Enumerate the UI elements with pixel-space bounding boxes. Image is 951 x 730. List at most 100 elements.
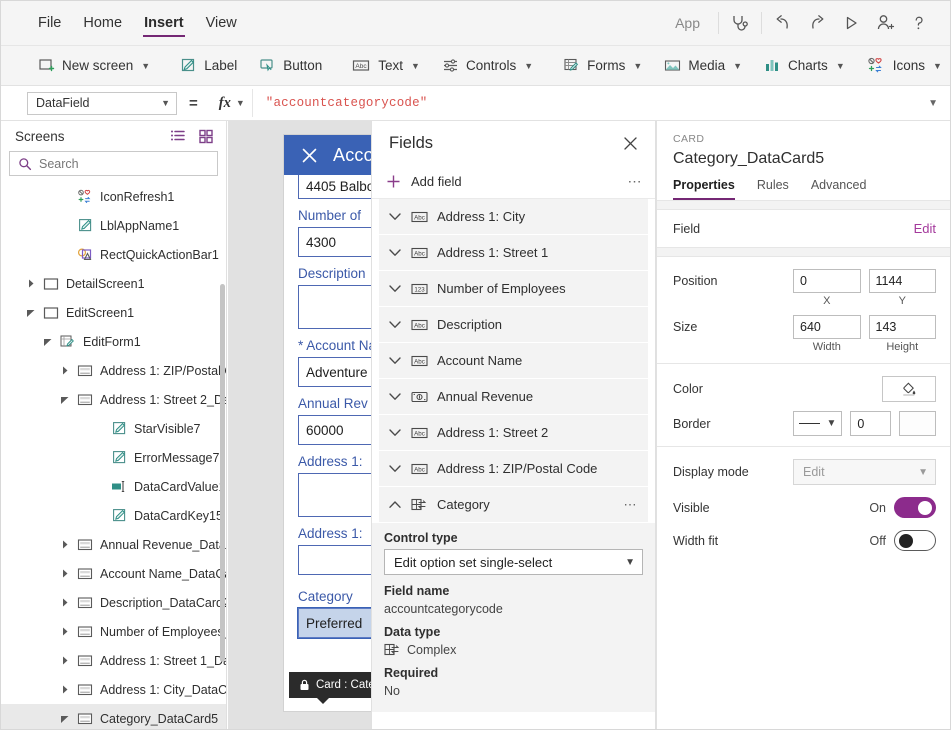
- chevron-down-icon[interactable]: [388, 354, 402, 367]
- border-color-swatch[interactable]: [899, 411, 936, 436]
- close-icon[interactable]: [300, 146, 319, 165]
- twisty-collapsed-icon[interactable]: [56, 683, 74, 696]
- chevron-down-icon[interactable]: [388, 210, 402, 223]
- formula-expand-icon[interactable]: ▼: [928, 98, 938, 109]
- play-icon[interactable]: [834, 6, 868, 40]
- field-row[interactable]: AbcAddress 1: Street 2: [379, 415, 648, 451]
- tab-properties[interactable]: Properties: [673, 178, 735, 200]
- menu-item-file[interactable]: File: [27, 1, 72, 46]
- tree-item[interactable]: ErrorMessage7: [1, 443, 226, 472]
- property-selector[interactable]: DataField ▼: [27, 92, 177, 115]
- twisty-expanded-icon[interactable]: [56, 712, 74, 725]
- fx-button[interactable]: fx ▼: [209, 89, 253, 117]
- chevron-down-icon[interactable]: [388, 426, 402, 439]
- field-row[interactable]: Annual Revenue: [379, 379, 648, 415]
- stethoscope-icon[interactable]: [723, 6, 757, 40]
- field-row[interactable]: AbcAddress 1: City: [379, 199, 648, 235]
- chevron-down-icon[interactable]: [388, 390, 402, 403]
- size-width-input[interactable]: 640: [793, 315, 861, 339]
- twisty-collapsed-icon[interactable]: [56, 364, 74, 377]
- tree-item[interactable]: Address 1: Street 1_DataCar: [1, 646, 226, 675]
- tab-advanced[interactable]: Advanced: [811, 178, 867, 200]
- ribbon-controls[interactable]: Controls ▼: [431, 46, 544, 86]
- tree-item[interactable]: DetailScreen1: [1, 269, 226, 298]
- field-row[interactable]: AbcDescription: [379, 307, 648, 343]
- tree-item[interactable]: RectQuickActionBar1: [1, 240, 226, 269]
- thumbnail-view-icon[interactable]: [196, 126, 216, 146]
- tree-item[interactable]: EditForm1: [1, 327, 226, 356]
- ribbon-label-button[interactable]: Label: [169, 46, 248, 86]
- chevron-down-icon[interactable]: [388, 462, 402, 475]
- twisty-collapsed-icon[interactable]: [22, 277, 40, 290]
- visible-toggle[interactable]: [894, 497, 936, 518]
- edit-field-link[interactable]: Edit: [914, 221, 936, 236]
- undo-icon[interactable]: [766, 6, 800, 40]
- redo-icon[interactable]: [800, 6, 834, 40]
- tree-item[interactable]: DataCardKey15: [1, 501, 226, 530]
- display-mode-select[interactable]: Edit ▼: [793, 459, 936, 485]
- chevron-down-icon[interactable]: [388, 246, 402, 259]
- width-fit-toggle[interactable]: [894, 530, 936, 551]
- twisty-collapsed-icon[interactable]: [56, 567, 74, 580]
- ellipsis-icon[interactable]: ⋯: [624, 497, 639, 513]
- position-size-section: Position 0 1144 X Y Size 640 143 Width H…: [657, 257, 951, 364]
- twisty-collapsed-icon[interactable]: [56, 596, 74, 609]
- twisty-expanded-icon[interactable]: [39, 335, 57, 348]
- position-x-input[interactable]: 0: [793, 269, 861, 293]
- add-user-icon[interactable]: [868, 6, 902, 40]
- control-type-select[interactable]: Edit option set single-select ▼: [384, 549, 643, 575]
- menu-item-home[interactable]: Home: [72, 1, 133, 46]
- twisty-collapsed-icon[interactable]: [56, 654, 74, 667]
- tree-item[interactable]: IconRefresh1: [1, 182, 226, 211]
- ribbon-icons[interactable]: Icons ▼: [856, 46, 951, 86]
- color-picker-button[interactable]: [882, 376, 936, 402]
- chevron-down-icon[interactable]: [388, 318, 402, 331]
- tree-item[interactable]: Description_DataCard2: [1, 588, 226, 617]
- field-row[interactable]: 123Number of Employees: [379, 271, 648, 307]
- formula-input[interactable]: "accountcategorycode": [253, 96, 428, 110]
- tree-item[interactable]: Account Name_DataCard2: [1, 559, 226, 588]
- twisty-expanded-icon[interactable]: [22, 306, 40, 319]
- tree-item[interactable]: Address 1: ZIP/Postal Code_: [1, 356, 226, 385]
- card-icon: [74, 682, 96, 698]
- twisty-expanded-icon[interactable]: [56, 393, 74, 406]
- tree-view-icon[interactable]: [168, 126, 188, 146]
- tree-item[interactable]: StarVisible7: [1, 414, 226, 443]
- tree-item[interactable]: Category_DataCard5: [1, 704, 226, 730]
- close-icon[interactable]: [617, 130, 643, 156]
- tree-item[interactable]: Number of Employees_Data: [1, 617, 226, 646]
- tree-item[interactable]: LblAppName1: [1, 211, 226, 240]
- field-row[interactable]: AbcAccount Name: [379, 343, 648, 379]
- tree-item[interactable]: Address 1: Street 2_DataCar: [1, 385, 226, 414]
- ribbon-button-button[interactable]: Button: [248, 46, 333, 86]
- search-input[interactable]: Search: [9, 151, 218, 176]
- tree-scrollbar[interactable]: [220, 284, 225, 662]
- chevron-down-icon[interactable]: [388, 282, 402, 295]
- tab-rules[interactable]: Rules: [757, 178, 789, 200]
- ribbon-new-screen[interactable]: New screen ▼: [27, 46, 161, 86]
- ribbon-charts[interactable]: Charts ▼: [753, 46, 856, 86]
- size-height-input[interactable]: 143: [869, 315, 937, 339]
- border-style-select[interactable]: ▼: [793, 411, 842, 436]
- tree-item[interactable]: EditScreen1: [1, 298, 226, 327]
- menu-item-insert[interactable]: Insert: [133, 1, 195, 46]
- field-row[interactable]: AbcAddress 1: Street 1: [379, 235, 648, 271]
- menu-item-view[interactable]: View: [195, 1, 248, 46]
- ribbon-text[interactable]: Abc Text ▼: [341, 46, 431, 86]
- ellipsis-icon[interactable]: ⋯: [628, 173, 644, 190]
- twisty-collapsed-icon[interactable]: [56, 625, 74, 638]
- help-icon[interactable]: [902, 6, 936, 40]
- field-row[interactable]: AbcAddress 1: ZIP/Postal Code: [379, 451, 648, 487]
- border-width-input[interactable]: 0: [850, 411, 890, 436]
- twisty-collapsed-icon[interactable]: [56, 538, 74, 551]
- chevron-up-icon[interactable]: [388, 498, 402, 511]
- tree-item[interactable]: Annual Revenue_DataCard2: [1, 530, 226, 559]
- label-icon: [108, 421, 130, 436]
- add-field-button[interactable]: Add field ⋯: [372, 165, 655, 199]
- tree-item[interactable]: DataCardValue15: [1, 472, 226, 501]
- tree-item[interactable]: Address 1: City_DataCard2: [1, 675, 226, 704]
- ribbon-media[interactable]: Media ▼: [653, 46, 753, 86]
- field-row[interactable]: Category⋯: [379, 487, 648, 523]
- position-y-input[interactable]: 1144: [869, 269, 937, 293]
- ribbon-forms[interactable]: Forms ▼: [552, 46, 653, 86]
